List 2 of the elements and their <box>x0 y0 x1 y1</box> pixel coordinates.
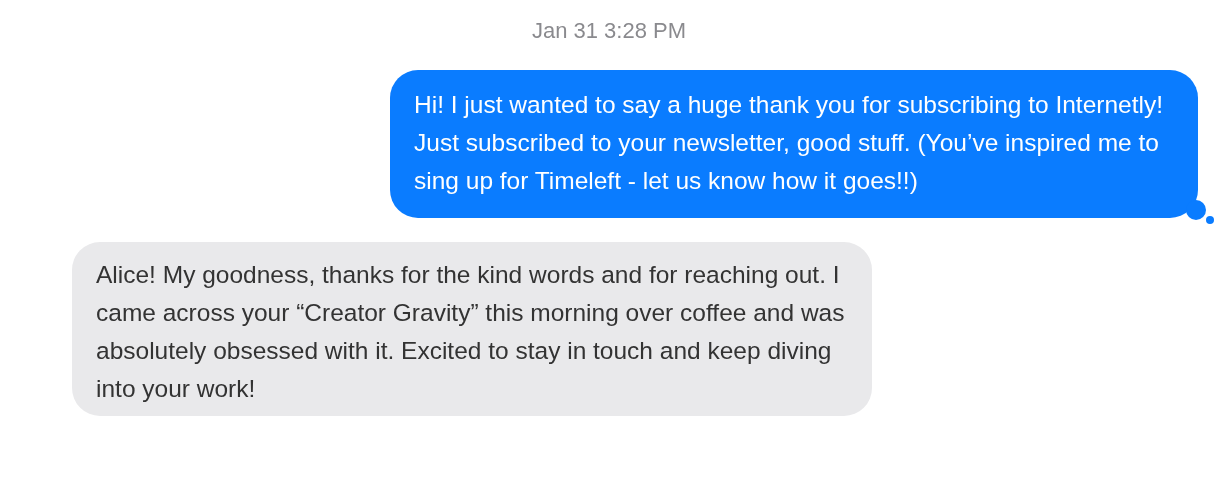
received-message-bubble: Alice! My goodness, thanks for the kind words and for reaching out. I came across your “Creator Gravity” this morning over coffee and was absolutely obsessed with it. Excited to stay in touch and keep diving into your work! <box>72 242 872 416</box>
timestamp: Jan 31 3:28 PM <box>531 17 687 45</box>
